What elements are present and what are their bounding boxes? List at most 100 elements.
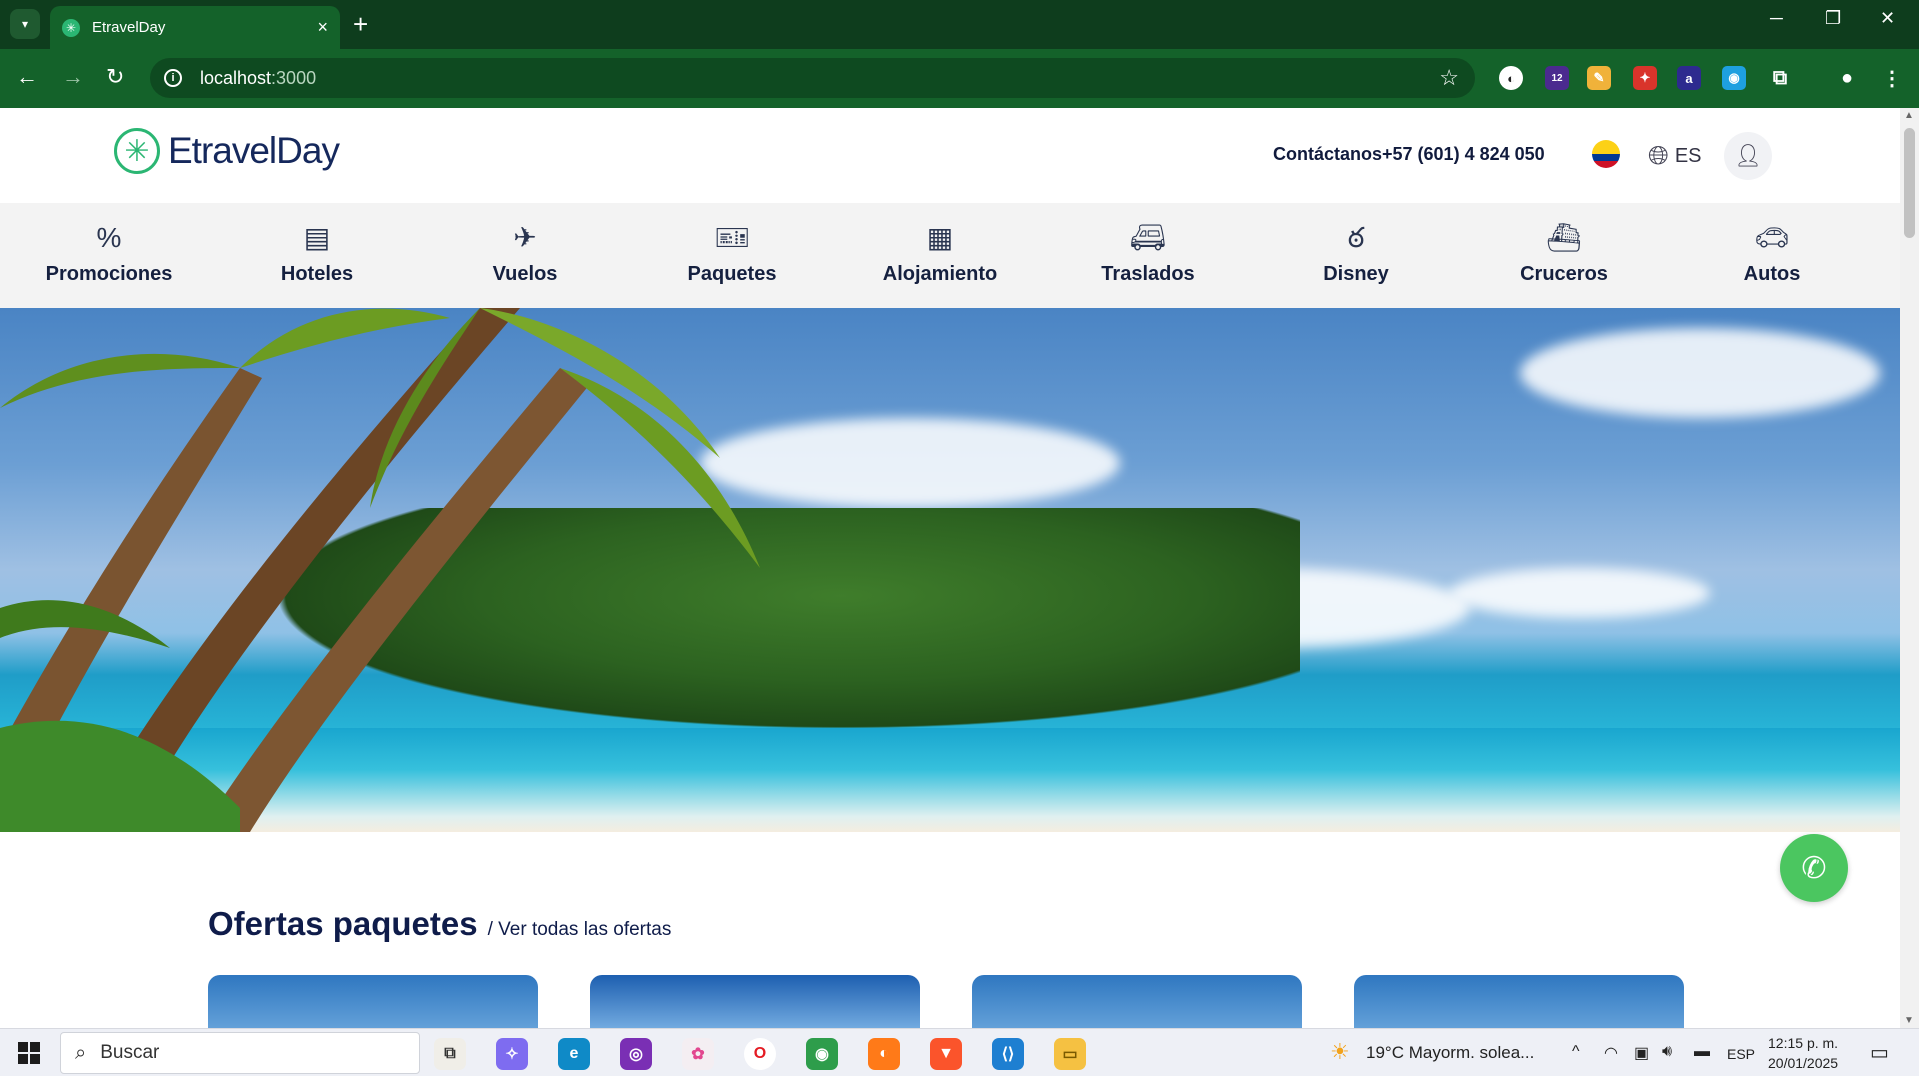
view-all-offers-link[interactable]: / Ver todas las ofertas	[488, 919, 672, 941]
brave-icon[interactable]: ▼	[930, 1038, 962, 1070]
notifications-icon[interactable]: ▭	[1870, 1040, 1889, 1065]
task-view-icon[interactable]: ⧉	[434, 1038, 466, 1070]
browser-menu-icon[interactable]: ⋮	[1880, 66, 1904, 90]
firefox-icon[interactable]: ◐	[868, 1038, 900, 1070]
site-info-icon[interactable]: i	[164, 69, 182, 87]
category-promociones[interactable]: % Promociones	[4, 221, 214, 286]
category-alojamiento[interactable]: ▦ Alojamiento	[835, 221, 1045, 286]
scroll-down-icon[interactable]: ▼	[1904, 1015, 1914, 1026]
offer-card[interactable]	[1354, 975, 1684, 1028]
extension-badge-count: 12	[1551, 72, 1563, 84]
site-favicon-icon: ✳	[62, 18, 80, 37]
windows-start-icon[interactable]	[18, 1042, 40, 1064]
reload-button[interactable]: ↻	[106, 64, 124, 90]
page-viewport: ✳ EtravelDay Contáctanos+57 (601) 4 824 …	[0, 108, 1900, 1028]
category-disney[interactable]: ఠ Disney	[1251, 221, 1461, 286]
offer-card[interactable]	[590, 975, 920, 1028]
meet-icon[interactable]: ▣	[1634, 1043, 1649, 1063]
minimize-button[interactable]: ─	[1770, 8, 1783, 29]
forward-button[interactable]: →	[62, 64, 84, 90]
opera-icon[interactable]: O	[744, 1038, 776, 1070]
close-tab-icon[interactable]: ×	[317, 17, 328, 38]
category-traslados[interactable]: 🚐︎ Traslados	[1043, 221, 1253, 286]
page-scrollbar[interactable]: ▲ ▼	[1900, 108, 1919, 1028]
file-explorer-icon[interactable]: ▭	[1054, 1038, 1086, 1070]
category-label: Cruceros	[1520, 263, 1608, 285]
offers-title: Ofertas paquetes	[208, 905, 478, 942]
extensions-menu-icon[interactable]: ⧉	[1768, 66, 1792, 90]
show-hidden-icons-icon[interactable]: ^	[1572, 1043, 1580, 1061]
category-paquetes[interactable]: 🎫︎ Paquetes	[627, 221, 837, 286]
mouse-ears-icon: ఠ	[1347, 222, 1365, 253]
taskbar-search-placeholder: Buscar	[100, 1042, 160, 1063]
address-bar[interactable]: i localhost:3000 ☆	[150, 58, 1475, 98]
edge-icon[interactable]: e	[558, 1038, 590, 1070]
building-icon: ▦	[926, 222, 954, 253]
tab-search-button[interactable]: ▾	[10, 9, 40, 39]
palm-trees	[0, 308, 760, 832]
paint-icon[interactable]: ✿	[682, 1038, 714, 1070]
offer-card[interactable]	[972, 975, 1302, 1028]
battery-icon[interactable]: ▬	[1694, 1043, 1710, 1061]
browser-tab-strip: ▾ ✳ EtravelDay × + ─ ❐ ✕	[0, 0, 1919, 49]
category-autos[interactable]: 🚗︎ Autos	[1667, 221, 1877, 286]
restore-button[interactable]: ❐	[1825, 8, 1841, 29]
extension-circle-icon[interactable]: ◐	[1499, 66, 1523, 90]
system-clock[interactable]: 12:15 p. m. 20/01/2025	[1768, 1033, 1838, 1073]
taskbar-search[interactable]: ⌕ Buscar	[60, 1032, 420, 1074]
ticket-icon: 🎫︎	[714, 222, 750, 253]
category-label: Promociones	[45, 263, 173, 285]
category-vuelos[interactable]: ✈ Vuelos	[420, 221, 630, 286]
copilot-icon[interactable]: ✧	[496, 1038, 528, 1070]
close-window-button[interactable]: ✕	[1880, 8, 1895, 29]
vscode-icon[interactable]: ⟨⟩	[992, 1038, 1024, 1070]
scrollbar-thumb[interactable]	[1904, 128, 1915, 238]
back-button[interactable]: ←	[16, 64, 38, 90]
whatsapp-button[interactable]: ✆	[1780, 834, 1848, 902]
extension-badge-icon[interactable]: 12	[1545, 66, 1569, 90]
new-tab-button[interactable]: +	[353, 10, 368, 38]
site-logo[interactable]: ✳ EtravelDay	[114, 128, 340, 174]
logo-text: EtravelDay	[168, 130, 340, 171]
logo-star-icon: ✳	[114, 128, 160, 174]
user-icon: 👤︎	[1734, 143, 1762, 168]
browser-tab[interactable]: ✳ EtravelDay ×	[50, 6, 340, 49]
category-hoteles[interactable]: ▤ Hoteles	[212, 221, 422, 286]
globe-icon: 🌐︎	[1648, 140, 1669, 170]
bed-icon: ▤	[303, 222, 331, 253]
browser-toolbar: ← → ↻ i localhost:3000 ☆ ◐ 12 ✎ ✦ a ◉ ⧉ …	[0, 49, 1919, 108]
whatsapp-icon: ✆	[1801, 851, 1827, 885]
hero-beach-image	[0, 308, 1900, 832]
tor-browser-icon[interactable]: ◎	[620, 1038, 652, 1070]
tab-title: EtravelDay	[92, 19, 166, 36]
profile-icon[interactable]: ●	[1835, 66, 1859, 90]
extension-letter-icon[interactable]: a	[1677, 66, 1701, 90]
search-icon: ⌕	[75, 1041, 87, 1064]
chrome-icon[interactable]: ◉	[806, 1038, 838, 1070]
address-host: localhost	[200, 67, 272, 88]
category-label: Alojamiento	[882, 263, 998, 285]
clock-date: 20/01/2025	[1768, 1055, 1839, 1071]
contact-phone[interactable]: Contáctanos+57 (601) 4 824 050	[1273, 144, 1545, 165]
category-label: Autos	[1743, 263, 1801, 285]
bookmark-star-icon[interactable]: ☆	[1439, 65, 1459, 91]
van-icon: 🚐︎	[1130, 222, 1166, 253]
category-label: Disney	[1323, 263, 1389, 285]
scroll-up-icon[interactable]: ▲	[1904, 110, 1914, 121]
offers-heading: Ofertas paquetes / Ver todas las ofertas	[208, 905, 671, 943]
input-language[interactable]: ESP	[1727, 1046, 1755, 1062]
category-label: Hoteles	[280, 263, 354, 285]
weather-icon[interactable]: ☀	[1330, 1039, 1350, 1065]
weather-text[interactable]: 19°C Mayorm. solea...	[1366, 1043, 1534, 1063]
extension-camera-icon[interactable]: ◉	[1722, 66, 1746, 90]
extension-puzzle-icon[interactable]: ✦	[1633, 66, 1657, 90]
language-selector[interactable]: 🌐︎ ES	[1648, 140, 1702, 172]
colombia-flag-icon[interactable]	[1592, 140, 1620, 168]
offer-card[interactable]	[208, 975, 538, 1028]
user-account-button[interactable]: 👤︎	[1724, 132, 1772, 180]
category-cruceros[interactable]: ⛴ Cruceros	[1459, 221, 1669, 286]
address-port: :3000	[271, 67, 317, 88]
extension-notes-icon[interactable]: ✎	[1587, 66, 1611, 90]
network-icon[interactable]: ◠	[1604, 1043, 1618, 1063]
volume-icon[interactable]: 🔊︎	[1662, 1043, 1672, 1061]
